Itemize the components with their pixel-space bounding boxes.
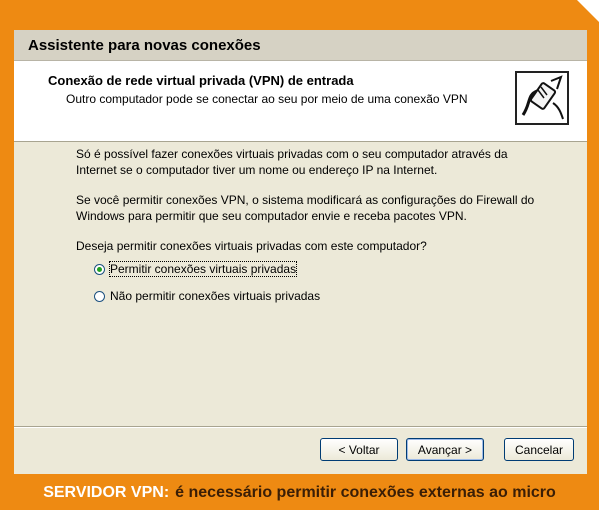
cancel-button[interactable]: Cancelar — [504, 438, 574, 461]
wizard-window: Assistente para novas conexões Conexão d… — [14, 30, 587, 474]
caption-lead: SERVIDOR VPN: — [43, 484, 170, 501]
info-paragraph-2-line-2: Windows para permitir que seu computador… — [76, 209, 467, 223]
radio-allow-button[interactable] — [94, 263, 105, 275]
radio-deny-label[interactable]: Não permitir conexões virtuais privadas — [110, 289, 320, 303]
radio-option-deny[interactable]: Não permitir conexões virtuais privadas — [94, 289, 320, 303]
caption-bar: SERVIDOR VPN: é necessário permitir cone… — [0, 476, 599, 510]
network-cable-icon — [515, 71, 569, 125]
caption-text: é necessário permitir conexões externas … — [175, 484, 556, 501]
radio-option-allow[interactable]: Permitir conexões virtuais privadas — [94, 261, 298, 277]
info-paragraph-2-line-1: Se você permitir conexões VPN, o sistema… — [76, 193, 535, 207]
question-label: Deseja permitir conexões virtuais privad… — [76, 239, 427, 253]
wizard-header: Conexão de rede virtual privada (VPN) de… — [14, 61, 587, 142]
back-button[interactable]: < Voltar — [320, 438, 398, 461]
window-title: Assistente para novas conexões — [14, 30, 587, 61]
radio-deny-button[interactable] — [94, 290, 105, 302]
info-paragraph-2: Se você permitir conexões VPN, o sistema… — [76, 192, 536, 224]
footer-separator — [14, 426, 587, 428]
radio-allow-label[interactable]: Permitir conexões virtuais privadas — [108, 261, 298, 277]
info-paragraph-1-line-1: Só é possível fazer conexões virtuais pr… — [76, 147, 508, 161]
header-title: Conexão de rede virtual privada (VPN) de… — [48, 73, 354, 88]
header-subtitle: Outro computador pode se conectar ao seu… — [66, 92, 468, 106]
wizard-body: Só é possível fazer conexões virtuais pr… — [14, 142, 587, 422]
info-paragraph-1-line-2: Internet se o computador tiver um nome o… — [76, 163, 438, 177]
info-paragraph-1: Só é possível fazer conexões virtuais pr… — [76, 146, 536, 178]
next-button[interactable]: Avançar > — [406, 438, 484, 461]
